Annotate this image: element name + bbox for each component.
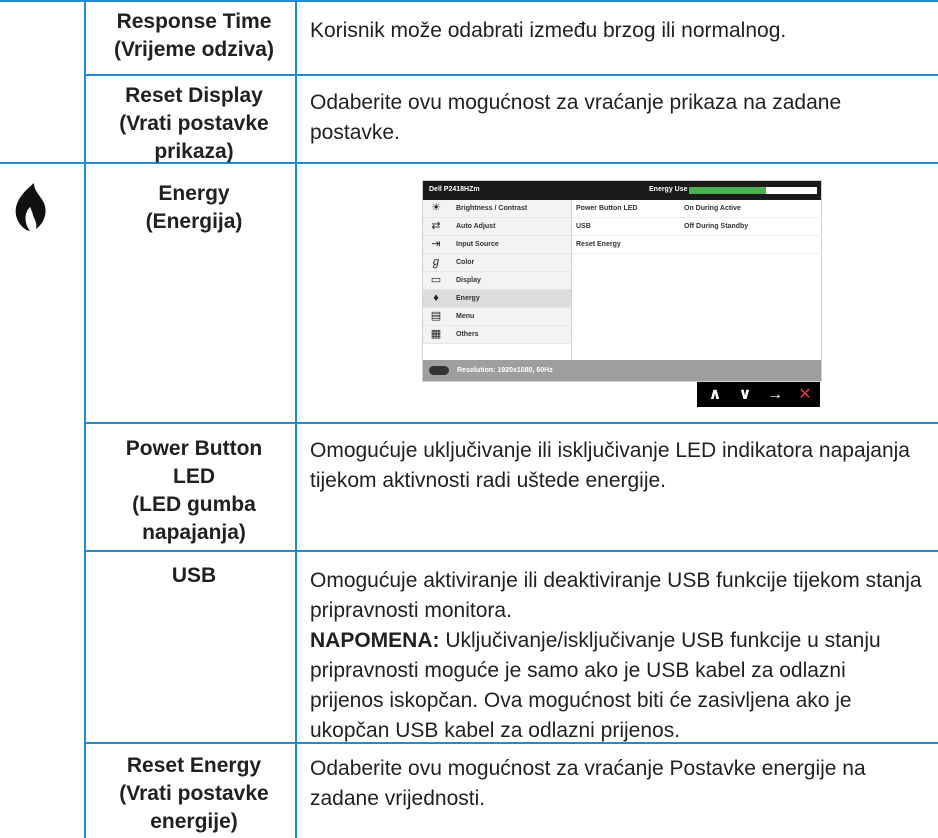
- row-desc-response-time: Korisnik može odabrati između brzog ili …: [310, 19, 787, 42]
- row-label-energy: Energy (Energija): [145, 182, 243, 233]
- osd-navigation-buttons: ∧ ∨ → ✕: [697, 382, 820, 407]
- osd-menu-item-label: Auto Adjust: [456, 223, 496, 230]
- row-rule-1: [86, 74, 938, 76]
- energy-icon: ♦: [433, 292, 439, 304]
- osd-menu-item-label: Others: [456, 331, 479, 338]
- row-desc-usb: Omogućuje aktiviranje ili deaktiviranje …: [310, 569, 922, 622]
- row-rule-3: [86, 422, 938, 424]
- osd-header: Dell P2418HZm Energy Use: [423, 181, 821, 200]
- osd-menu-item[interactable]: ▦ Others: [423, 326, 571, 344]
- dell-logo-icon: [429, 366, 449, 375]
- osd-menu-item-label: Energy: [456, 295, 480, 302]
- note-prefix: NAPOMENA:: [310, 629, 440, 652]
- row-label-reset-energy: Reset Energy (Vrati postavke energije): [119, 754, 269, 833]
- osd-menu-item[interactable]: ♦ Energy: [423, 290, 571, 308]
- osd-settings-panel: Power Button LED On During Active USB Off D…: [571, 200, 822, 380]
- others-icon: ▦: [430, 328, 442, 340]
- osd-menu-item-label: Menu: [456, 313, 475, 320]
- osd-setting-value: Off During Standby: [684, 223, 749, 230]
- row-desc-reset-energy: Odaberite ovu mogućnost za vraćanje Post…: [310, 757, 866, 810]
- row-label-response-time: Response Time (Vrijeme odziva): [114, 10, 274, 61]
- row-desc-power-button-led: Omogućuje uključivanje ili isključivanje…: [310, 439, 910, 492]
- row-label-power-button-led: Power Button LED (LED gumba napajanja): [125, 437, 263, 544]
- osd-menu-item[interactable]: ▤ Menu: [423, 308, 571, 326]
- osd-setting-row[interactable]: USB Off During Standby: [572, 218, 822, 236]
- auto-adjust-icon: ⇄: [431, 220, 441, 232]
- up-arrow-icon[interactable]: ∧: [700, 382, 730, 407]
- osd-menu-item[interactable]: ℊ Color: [423, 254, 571, 272]
- down-arrow-icon[interactable]: ∨: [730, 382, 760, 407]
- osd-model: Dell P2418HZm: [429, 186, 480, 193]
- row-desc-reset-display: Odaberite ovu mogućnost za vraćanje prik…: [310, 91, 842, 144]
- osd-setting-name: USB: [576, 223, 591, 230]
- brightness-icon: ☀: [431, 202, 441, 214]
- row-label-usb: USB: [171, 564, 217, 587]
- row-rule-4: [86, 550, 938, 552]
- osd-menu-item[interactable]: ☀ Brightness / Contrast: [423, 200, 571, 218]
- osd-setting-name: Power Button LED: [576, 205, 638, 212]
- osd-resolution: Resolution: 1920x1080, 60Hz: [457, 367, 553, 374]
- osd-menu-list: ☀ Brightness / Contrast ⇄ Auto Adjust ⇥ Input…: [423, 200, 571, 380]
- osd-energy-use-label: Energy Use: [649, 186, 688, 193]
- right-arrow-icon[interactable]: →: [760, 382, 790, 407]
- osd-setting-row[interactable]: Reset Energy: [572, 236, 822, 254]
- osd-setting-value: On During Active: [684, 205, 741, 212]
- color-icon: ℊ: [430, 256, 442, 268]
- left-margin-line: [84, 0, 86, 838]
- osd-menu-item-label: Color: [456, 259, 475, 266]
- osd-footer: Resolution: 1920x1080, 60Hz: [423, 360, 821, 381]
- menu-icon: ▤: [430, 310, 442, 322]
- usb-note: NAPOMENA: Uključivanje/isključivanje USB…: [310, 626, 922, 746]
- energy-use-bar: [689, 187, 817, 194]
- osd-menu-item[interactable]: ⇄ Auto Adjust: [423, 218, 571, 236]
- osd-menu-item-label: Input Source: [456, 241, 499, 248]
- close-icon[interactable]: ✕: [790, 382, 820, 407]
- osd-menu-item-label: Brightness / Contrast: [456, 205, 528, 212]
- display-icon: ▭: [430, 274, 442, 286]
- top-rule: [0, 0, 938, 2]
- energy-use-fill: [689, 187, 766, 194]
- row-label-reset-display: Reset Display (Vrati postavke prikaza): [119, 84, 269, 163]
- label-column-divider: [295, 0, 297, 838]
- osd-menu-item-label: Display: [456, 277, 481, 284]
- osd-menu-item[interactable]: ▭ Display: [423, 272, 571, 290]
- osd-menu-item[interactable]: ⇥ Input Source: [423, 236, 571, 254]
- energy-icon: [15, 183, 46, 231]
- osd-setting-row[interactable]: Power Button LED On During Active: [572, 200, 822, 218]
- input-source-icon: ⇥: [431, 238, 441, 250]
- osd-setting-name: Reset Energy: [576, 241, 621, 248]
- osd-energy-menu: Dell P2418HZm Energy Use ☀ Brightness / C…: [422, 180, 822, 382]
